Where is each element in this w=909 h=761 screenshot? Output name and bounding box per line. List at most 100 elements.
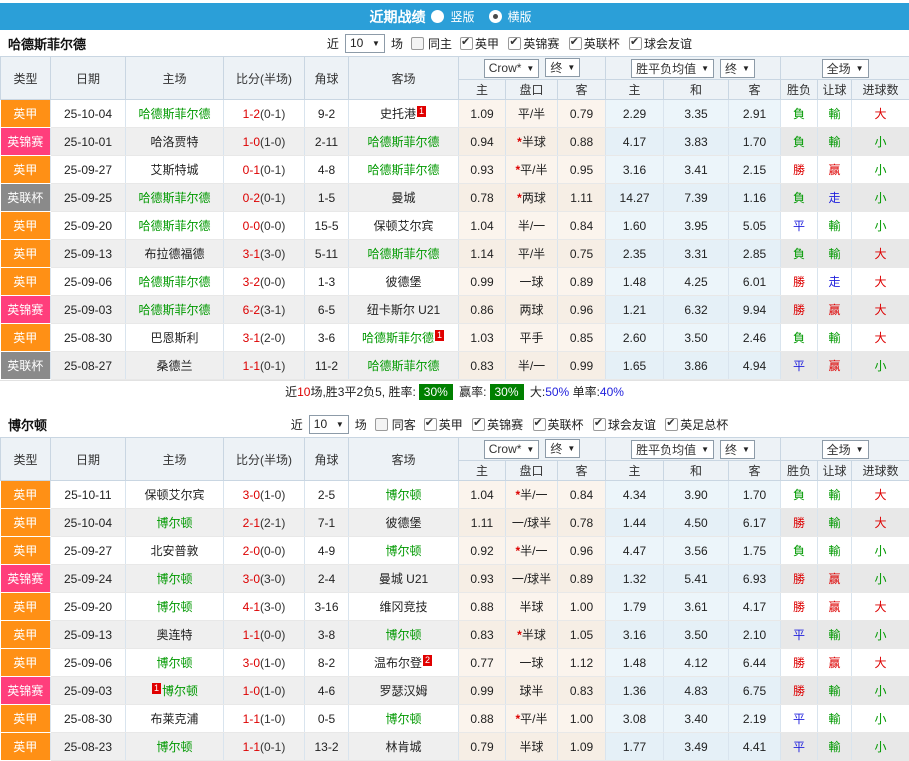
match-date: 25-09-03	[51, 296, 126, 324]
half-time-score: (0-1)	[260, 107, 285, 121]
handicap-result: 輸	[818, 212, 852, 240]
away-odds: 0.85	[558, 324, 606, 352]
final-mean-select[interactable]: 终▼	[720, 440, 755, 459]
final-odds-select[interactable]: 终▼	[545, 439, 580, 458]
results-body: 英甲 25-10-04 哈德斯菲尔德 1-2(0-1) 9-2 史托港1 1.0…	[1, 100, 909, 380]
goals-result: 大	[852, 509, 909, 537]
goals-result: 小	[852, 212, 909, 240]
team-label: 维冈竞技	[379, 600, 427, 614]
mean-draw-odds: 3.83	[664, 128, 729, 156]
league-checkbox[interactable]	[508, 37, 521, 50]
team-name: 哈德斯菲尔德	[8, 34, 86, 53]
away-odds: 1.00	[558, 593, 606, 621]
home-team: 1博尔顿	[126, 677, 224, 705]
bookmaker-select[interactable]: Crow*▼	[484, 59, 540, 78]
layout-radio-vertical[interactable]	[431, 10, 444, 23]
full-match-select[interactable]: 全场 ▼	[822, 440, 869, 459]
handicap-result: 赢	[818, 296, 852, 324]
full-match-select-value: 全场	[827, 441, 851, 458]
goals-result: 小	[852, 677, 909, 705]
chevron-down-icon: ▼	[336, 420, 344, 429]
match-count-select[interactable]: 10▼	[309, 415, 349, 434]
same-venue-checkbox[interactable]	[375, 418, 388, 431]
handicap-cell: 一/球半	[506, 509, 558, 537]
handicap-result: 赢	[818, 593, 852, 621]
team-label: 哈德斯菲尔德	[362, 331, 434, 345]
mean-draw-odds: 3.41	[664, 156, 729, 184]
subcol-mean-draw: 和	[664, 80, 729, 100]
col-away: 客场	[349, 57, 459, 100]
away-odds: 1.09	[558, 733, 606, 761]
team-label: 巴恩斯利	[150, 331, 198, 345]
handicap-result: 輸	[818, 705, 852, 733]
away-odds: 0.96	[558, 537, 606, 565]
match-date: 25-09-27	[51, 156, 126, 184]
home-team: 奥连特	[126, 621, 224, 649]
home-team: 哈德斯菲尔德	[126, 184, 224, 212]
away-odds: 1.12	[558, 649, 606, 677]
score-cell: 1-0(1-0)	[224, 677, 305, 705]
league-checkbox[interactable]	[533, 418, 546, 431]
handicap-cell: 半/一	[506, 352, 558, 380]
mean-draw-odds: 6.32	[664, 296, 729, 324]
score-cell: 1-1(0-0)	[224, 621, 305, 649]
league-filters: 英甲 英锦赛 英联杯 球会友谊 英足总杯	[419, 416, 729, 433]
corners-cell: 3-16	[305, 593, 349, 621]
team-label: 博尔顿	[385, 544, 421, 558]
league-checkbox[interactable]	[629, 37, 642, 50]
mean-away-odds: 2.46	[729, 324, 781, 352]
league-checkbox[interactable]	[472, 418, 485, 431]
same-venue-checkbox[interactable]	[411, 37, 424, 50]
final-odds-select[interactable]: 终▼	[545, 58, 580, 77]
half-time-score: (0-0)	[260, 219, 285, 233]
away-team: 史托港1	[349, 100, 459, 128]
away-team: 博尔顿	[349, 537, 459, 565]
team-label: 桑德兰	[156, 359, 192, 373]
goals-result: 小	[852, 184, 909, 212]
team-label: 博尔顿	[385, 712, 421, 726]
final-mean-select[interactable]: 终▼	[720, 59, 755, 78]
league-checkbox[interactable]	[424, 418, 437, 431]
chevron-down-icon: ▼	[856, 445, 864, 454]
full-match-select[interactable]: 全场▼	[822, 59, 869, 78]
bookmaker-select[interactable]: Crow*▼	[484, 440, 540, 459]
home-team: 北安普敦	[126, 537, 224, 565]
home-odds: 1.09	[459, 100, 506, 128]
half-time-score: (2-1)	[260, 516, 285, 530]
near-label: 近	[291, 416, 303, 433]
handicap-result: 赢	[818, 649, 852, 677]
mean-away-odds: 6.44	[729, 649, 781, 677]
home-team: 博尔顿	[126, 593, 224, 621]
team-label: 哈德斯菲尔德	[138, 275, 210, 289]
away-team: 彼德堡	[349, 509, 459, 537]
red-card-badge: 1	[435, 330, 444, 341]
league-type-badge: 英甲	[1, 649, 51, 677]
mean-away-odds: 1.16	[729, 184, 781, 212]
league-checkbox[interactable]	[460, 37, 473, 50]
match-row: 英甲 25-08-30 布莱克浦 1-1(1-0) 0-5 博尔顿 0.88 *…	[1, 705, 909, 733]
mean-draw-odds: 3.35	[664, 100, 729, 128]
team-label: 史托港	[380, 107, 416, 121]
full-time-score: 1-0	[243, 684, 260, 698]
mean-home-odds: 2.35	[606, 240, 664, 268]
home-odds: 1.04	[459, 212, 506, 240]
odds-mean-select[interactable]: 胜平负均值▼	[631, 440, 714, 459]
match-date: 25-09-20	[51, 593, 126, 621]
home-odds: 0.83	[459, 352, 506, 380]
home-team: 博尔顿	[126, 565, 224, 593]
win-draw-loss-result: 平	[781, 621, 818, 649]
odds-mean-select[interactable]: 胜平负均值▼	[631, 59, 714, 78]
layout-radio-horizontal[interactable]	[489, 10, 502, 23]
home-odds: 0.99	[459, 268, 506, 296]
topbar: 近期战绩 竖版 横版	[0, 3, 909, 30]
match-count-select[interactable]: 10▼	[345, 34, 385, 53]
corners-cell: 13-2	[305, 733, 349, 761]
league-type-badge: 英甲	[1, 705, 51, 733]
league-checkbox[interactable]	[593, 418, 606, 431]
mean-home-odds: 4.34	[606, 481, 664, 509]
full-time-score: 0-0	[243, 219, 260, 233]
league-checkbox[interactable]	[665, 418, 678, 431]
away-team: 哈德斯菲尔德	[349, 240, 459, 268]
league-checkbox[interactable]	[569, 37, 582, 50]
mean-away-odds: 6.75	[729, 677, 781, 705]
